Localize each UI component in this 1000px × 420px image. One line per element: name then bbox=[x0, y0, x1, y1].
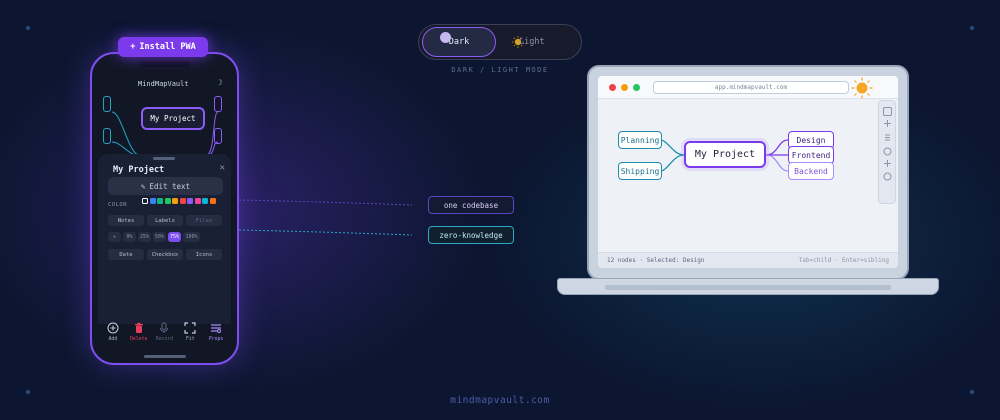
canvas-side-toolbar bbox=[878, 100, 896, 204]
phone-app-title: MindMapVault bbox=[138, 80, 189, 88]
theme-moon-icon[interactable]: ☽ bbox=[218, 78, 223, 87]
percent-chip-100[interactable]: 100% bbox=[183, 232, 200, 242]
delete-button[interactable]: Delete bbox=[128, 322, 150, 356]
add-button[interactable]: Add bbox=[102, 322, 124, 356]
record-button[interactable]: Record bbox=[153, 322, 175, 356]
chip-row-1: Notes Labels Files bbox=[108, 215, 222, 226]
circle-tool-icon[interactable] bbox=[883, 147, 892, 156]
microphone-icon bbox=[160, 322, 169, 333]
files-chip[interactable]: Files bbox=[186, 215, 222, 226]
square-tool-icon[interactable] bbox=[883, 107, 892, 116]
edit-text-label: Edit text bbox=[149, 181, 191, 191]
color-swatch[interactable] bbox=[157, 198, 163, 204]
percent-row: ✕ 0% 25% 50% 75% 100% bbox=[108, 232, 200, 242]
phone-bottom-toolbar: Add Delete Record Fit Props bbox=[92, 322, 237, 356]
sun-icon bbox=[851, 77, 873, 99]
labels-chip[interactable]: Labels bbox=[147, 215, 183, 226]
node-planning[interactable]: Planning bbox=[618, 131, 662, 149]
color-swatch[interactable] bbox=[142, 198, 148, 204]
install-pwa-label: Install PWA bbox=[139, 42, 196, 52]
phone-notch bbox=[140, 61, 190, 67]
color-swatch[interactable] bbox=[187, 198, 193, 204]
light-label: Light bbox=[519, 37, 545, 47]
color-swatch[interactable] bbox=[164, 198, 171, 204]
footer-url[interactable]: mindmapvault.com bbox=[0, 395, 1000, 406]
date-chip[interactable]: Date bbox=[108, 249, 144, 260]
color-swatch[interactable] bbox=[202, 198, 208, 204]
laptop-trackpad-lip bbox=[605, 285, 891, 290]
icons-chip[interactable]: Icons bbox=[186, 249, 222, 260]
props-label: Props bbox=[208, 337, 224, 342]
light-mode-option[interactable]: Light bbox=[519, 27, 545, 57]
zoom-in-tool-icon[interactable] bbox=[883, 159, 892, 168]
add-label: Add bbox=[108, 337, 118, 342]
notes-chip[interactable]: Notes bbox=[108, 215, 144, 226]
color-swatch[interactable] bbox=[194, 198, 201, 204]
moon-icon bbox=[440, 32, 451, 43]
laptop-base bbox=[557, 278, 939, 295]
menu-tool-icon[interactable] bbox=[883, 133, 892, 142]
plus-icon: + bbox=[130, 42, 136, 52]
phone-node-left[interactable] bbox=[103, 96, 111, 112]
dark-mode-option[interactable]: Dark bbox=[422, 27, 496, 57]
node-shipping[interactable]: Shipping bbox=[618, 162, 662, 180]
phone-node-right[interactable] bbox=[214, 96, 222, 112]
properties-sheet: My Project ✕ ✎ Edit text COLOR Notes Lab… bbox=[98, 154, 231, 324]
phone-mockup: MindMapVault ☽ My Project My Project ✕ ✎… bbox=[90, 52, 239, 365]
color-swatch[interactable] bbox=[172, 198, 178, 204]
percent-chip-25[interactable]: 25% bbox=[138, 232, 151, 242]
phone-node-right[interactable] bbox=[214, 128, 222, 144]
sheet-title: My Project bbox=[113, 165, 165, 175]
percent-chip-50[interactable]: 50% bbox=[153, 232, 166, 242]
node-backend[interactable]: Backend bbox=[788, 162, 834, 180]
clear-progress-chip[interactable]: ✕ bbox=[108, 232, 121, 242]
home-indicator bbox=[144, 355, 186, 358]
sheet-drag-handle[interactable] bbox=[153, 157, 175, 160]
checkbox-chip[interactable]: Checkbox bbox=[147, 249, 183, 260]
close-icon[interactable]: ✕ bbox=[220, 163, 225, 173]
color-swatch[interactable] bbox=[179, 198, 186, 204]
laptop-center-node[interactable]: My Project bbox=[684, 141, 766, 168]
percent-chip-0[interactable]: 0% bbox=[123, 232, 136, 242]
record-label: Record bbox=[155, 337, 174, 342]
pencil-icon: ✎ bbox=[140, 181, 146, 191]
fit-button[interactable]: Fit bbox=[179, 322, 201, 356]
color-label: COLOR bbox=[108, 202, 128, 208]
toggle-caption: DARK / LIGHT MODE bbox=[451, 66, 549, 74]
status-node-count: 12 nodes · Selected: Design bbox=[607, 257, 705, 264]
install-pwa-button[interactable]: + Install PWA bbox=[118, 37, 208, 57]
dark-label: Dark bbox=[448, 37, 470, 47]
status-shortcuts: Tab=child · Enter=sibling bbox=[798, 257, 889, 264]
plus-tool-icon[interactable] bbox=[883, 119, 892, 128]
percent-chip-75[interactable]: 75% bbox=[168, 232, 181, 242]
callout-one-codebase: one codebase bbox=[428, 196, 514, 214]
zoom-out-tool-icon[interactable] bbox=[883, 172, 892, 181]
chip-row-3: Date Checkbox Icons bbox=[108, 249, 222, 260]
sliders-icon bbox=[211, 324, 222, 333]
edit-text-button[interactable]: ✎ Edit text bbox=[108, 177, 223, 195]
trash-icon bbox=[134, 322, 143, 333]
color-swatches bbox=[142, 198, 216, 204]
plus-circle-icon bbox=[107, 322, 119, 334]
delete-label: Delete bbox=[130, 337, 148, 342]
laptop-screen: app.mindmapvault.com Planning Shipping M… bbox=[598, 76, 898, 268]
props-button[interactable]: Props bbox=[205, 322, 227, 356]
callout-zero-knowledge: zero-knowledge bbox=[428, 226, 514, 244]
status-bar: 12 nodes · Selected: Design Tab=child · … bbox=[598, 252, 898, 268]
color-swatch[interactable] bbox=[149, 198, 156, 204]
fit-screen-icon bbox=[184, 322, 196, 334]
phone-center-node[interactable]: My Project bbox=[141, 107, 205, 130]
color-swatch[interactable] bbox=[209, 198, 216, 204]
phone-node-left[interactable] bbox=[103, 128, 111, 144]
theme-toggle[interactable]: Dark Light bbox=[418, 24, 582, 60]
fit-label: Fit bbox=[185, 337, 195, 342]
